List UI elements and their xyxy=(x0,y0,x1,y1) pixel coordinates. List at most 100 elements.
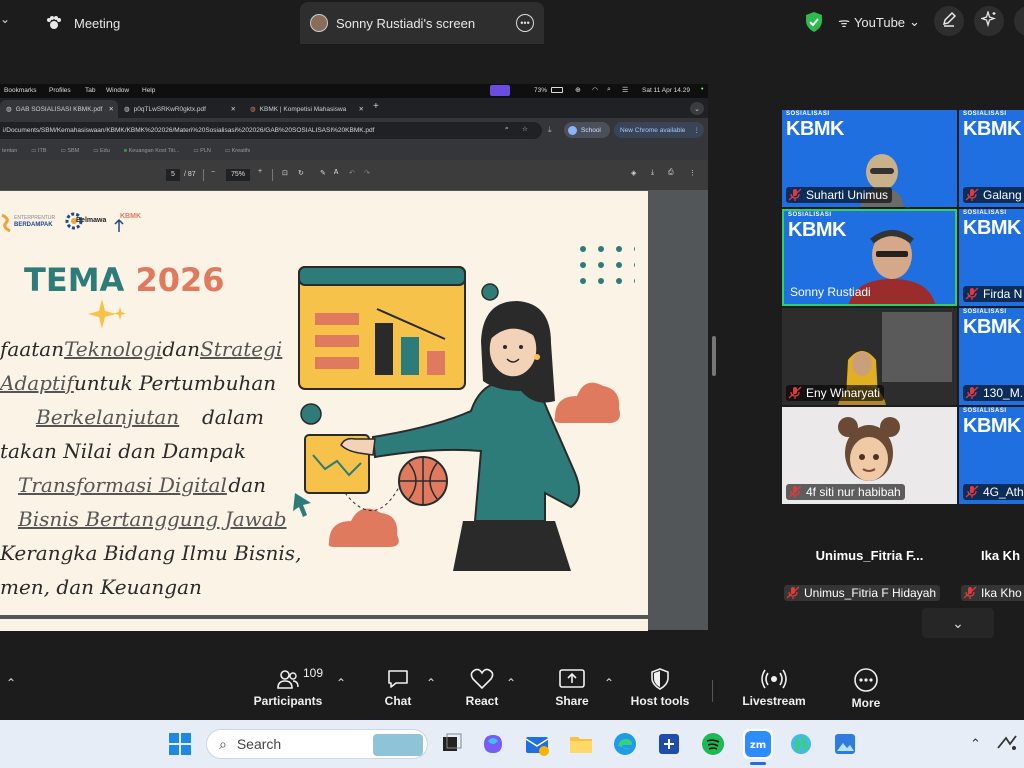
fit-page-icon[interactable]: ⊡ xyxy=(282,169,288,177)
chrome-tab-label: KBMK | Kompetisi Mahasiswa xyxy=(259,105,347,113)
chevron-down-icon[interactable]: ⌄ xyxy=(0,12,12,32)
download-icon[interactable]: ⤓ xyxy=(548,125,552,135)
bookmark-item[interactable]: ■ Keuangan Kost Titi... xyxy=(124,148,180,154)
participants-button[interactable]: 109 Participants xyxy=(248,666,328,708)
close-icon[interactable]: ✕ xyxy=(231,105,236,113)
chevron-up-icon[interactable]: ⌃ xyxy=(6,676,16,690)
more-options-icon[interactable]: ••• xyxy=(516,14,534,32)
url-bar[interactable]: i/Documents/SBM/Kemahasiswaan/KBMK/KBMK%… xyxy=(0,122,542,139)
bookmark-label: PLN xyxy=(200,148,211,154)
chevron-up-icon[interactable]: ⌃ xyxy=(604,676,614,690)
video-tile[interactable]: SOSIALISASI KBMK Firda N xyxy=(959,209,1024,306)
link-icon[interactable]: ⊕ xyxy=(575,86,581,94)
tab-search-icon[interactable]: ⌄ xyxy=(690,102,704,115)
store-icon[interactable] xyxy=(656,731,682,757)
chevron-up-icon[interactable]: ⌃ xyxy=(426,676,436,690)
slide-text-line: Transformasi Digital dan xyxy=(18,473,266,497)
zoom-out-icon[interactable]: − xyxy=(211,169,215,176)
page-number-input[interactable]: 5 xyxy=(166,169,180,181)
share-tab[interactable]: Sonny Rustiadi's screen ••• xyxy=(300,2,544,44)
battery-icon[interactable] xyxy=(551,87,563,93)
livestream-youtube-button[interactable]: ᯤ YouTube ⌄ xyxy=(834,8,924,36)
text-segment: takan Nilai dan Dampak xyxy=(0,439,246,463)
bookmark-item[interactable]: ▭ ITB xyxy=(31,148,46,154)
livestream-button[interactable]: Livestream xyxy=(734,668,814,708)
photos-app-icon[interactable] xyxy=(832,731,858,757)
annotate-button[interactable] xyxy=(934,6,964,36)
host-tools-button[interactable]: Host tools xyxy=(620,668,700,708)
text-icon[interactable]: Ꭺ xyxy=(334,169,339,177)
splitter-handle[interactable] xyxy=(712,336,716,376)
bookmark-item[interactable]: ▭ Edu xyxy=(93,148,110,154)
video-tile[interactable]: SOSIALISASI KBMK Galang xyxy=(959,110,1024,207)
participant-name: Ika Kho xyxy=(981,586,1022,600)
edge-browser-icon[interactable] xyxy=(612,731,638,757)
chevron-up-icon[interactable]: ⌃ xyxy=(970,736,981,752)
tile-kbmk-text: KBMK xyxy=(786,118,845,140)
video-tile[interactable]: 4f siti nur habibah xyxy=(782,407,957,504)
video-tile[interactable]: SOSIALISASI KBMK Suharti Unimus xyxy=(782,110,957,207)
taskbar-search-box[interactable]: ⌕ Search xyxy=(206,729,428,759)
print-icon[interactable]: ⎙ xyxy=(668,169,674,177)
zoom-input[interactable]: 75% xyxy=(226,169,250,181)
gallery-next-page-button[interactable]: ⌄ xyxy=(922,608,994,638)
chrome-tab[interactable]: ◍ KBMK | Kompetisi Mahasiswa ✕ xyxy=(244,100,368,118)
rotate-icon[interactable]: ↻ xyxy=(298,169,304,177)
undo-icon[interactable]: ↶ xyxy=(349,169,355,177)
copilot-icon[interactable] xyxy=(480,731,506,757)
update-chrome-button[interactable]: New Chrome available ⋮ xyxy=(614,122,704,138)
bookmark-item[interactable]: ▭ Kreatifs xyxy=(225,148,250,154)
menu-item[interactable]: Help xyxy=(142,87,155,94)
chevron-up-icon[interactable]: ⌃ xyxy=(336,676,346,690)
participant-name-label: 4f siti nur habibah xyxy=(786,484,905,500)
star-icon[interactable]: ☆ xyxy=(522,125,528,133)
file-explorer-icon[interactable] xyxy=(568,731,594,757)
menu-item[interactable]: Tab xyxy=(85,87,95,94)
more-dots-icon xyxy=(854,668,878,692)
share-button[interactable]: Share xyxy=(532,668,612,708)
pdf-slide: ENTERPRENTUR BERDAMPAK Belmawa KBMK TEMA… xyxy=(0,191,648,615)
video-tile[interactable]: SOSIALISASI KBMK 4G_Ath xyxy=(959,407,1024,504)
chrome-tab[interactable]: ◍ p0qTLwSRKwR0gktx.pdf ✕ xyxy=(118,100,242,118)
spotify-icon[interactable] xyxy=(700,731,726,757)
profile-button[interactable]: School xyxy=(564,122,610,138)
mail-app-icon[interactable] xyxy=(524,731,550,757)
menu-item[interactable]: Profiles xyxy=(49,87,71,94)
zoom-icon[interactable]: ⌕ xyxy=(505,125,509,133)
chevron-up-icon[interactable]: ⌃ xyxy=(506,676,516,690)
ai-icon[interactable]: ◈ xyxy=(631,169,636,177)
wifi-icon[interactable]: ◠ xyxy=(592,86,598,94)
zoom-in-icon[interactable]: + xyxy=(258,168,262,175)
search-icon[interactable]: ⌕ xyxy=(607,86,611,94)
control-center-icon[interactable]: ☰ xyxy=(622,86,628,94)
menu-item[interactable]: Window xyxy=(106,87,129,94)
muted-mic-icon xyxy=(965,485,979,499)
menu-item[interactable]: Bookmarks xyxy=(4,87,37,94)
chrome-tab-active[interactable]: ◍ GAB SOSIALISASI KBMK.pdf ✕ xyxy=(0,100,118,118)
windows-start-icon[interactable] xyxy=(168,732,192,761)
video-tile-active-speaker[interactable]: SOSIALISASI KBMK Sonny Rustiadi xyxy=(782,209,957,306)
network-icon[interactable] xyxy=(996,734,1018,757)
more-button[interactable]: More xyxy=(826,668,906,710)
bookmark-item[interactable]: ▭ SBM xyxy=(61,148,80,154)
ai-companion-button[interactable] xyxy=(974,6,1004,36)
participants-icon xyxy=(277,670,299,689)
meeting-tab[interactable]: Meeting xyxy=(46,2,196,44)
close-icon[interactable]: ✕ xyxy=(109,105,114,113)
video-tile[interactable]: Eny Winaryati xyxy=(782,308,957,405)
maps-app-icon[interactable] xyxy=(788,731,814,757)
logo-text: BERDAMPAK xyxy=(14,222,53,228)
redo-icon[interactable]: ↷ xyxy=(364,169,370,177)
close-icon[interactable]: ✕ xyxy=(359,105,364,113)
download-icon[interactable]: ⤓ xyxy=(651,169,654,177)
new-tab-icon[interactable]: + xyxy=(373,101,379,112)
bookmark-item[interactable]: tentan xyxy=(2,148,17,154)
task-view-icon[interactable] xyxy=(437,731,463,757)
draw-icon[interactable]: ✎ xyxy=(320,169,326,177)
menu-dots-icon[interactable]: ⋮ xyxy=(689,169,696,177)
shield-icon[interactable] xyxy=(804,11,824,38)
app-status-icon[interactable] xyxy=(490,85,510,96)
video-tile[interactable]: SOSIALISASI KBMK 130_M. xyxy=(959,308,1024,405)
zoom-app-icon[interactable]: zm xyxy=(743,729,773,759)
bookmark-item[interactable]: ▭ PLN xyxy=(193,148,210,154)
